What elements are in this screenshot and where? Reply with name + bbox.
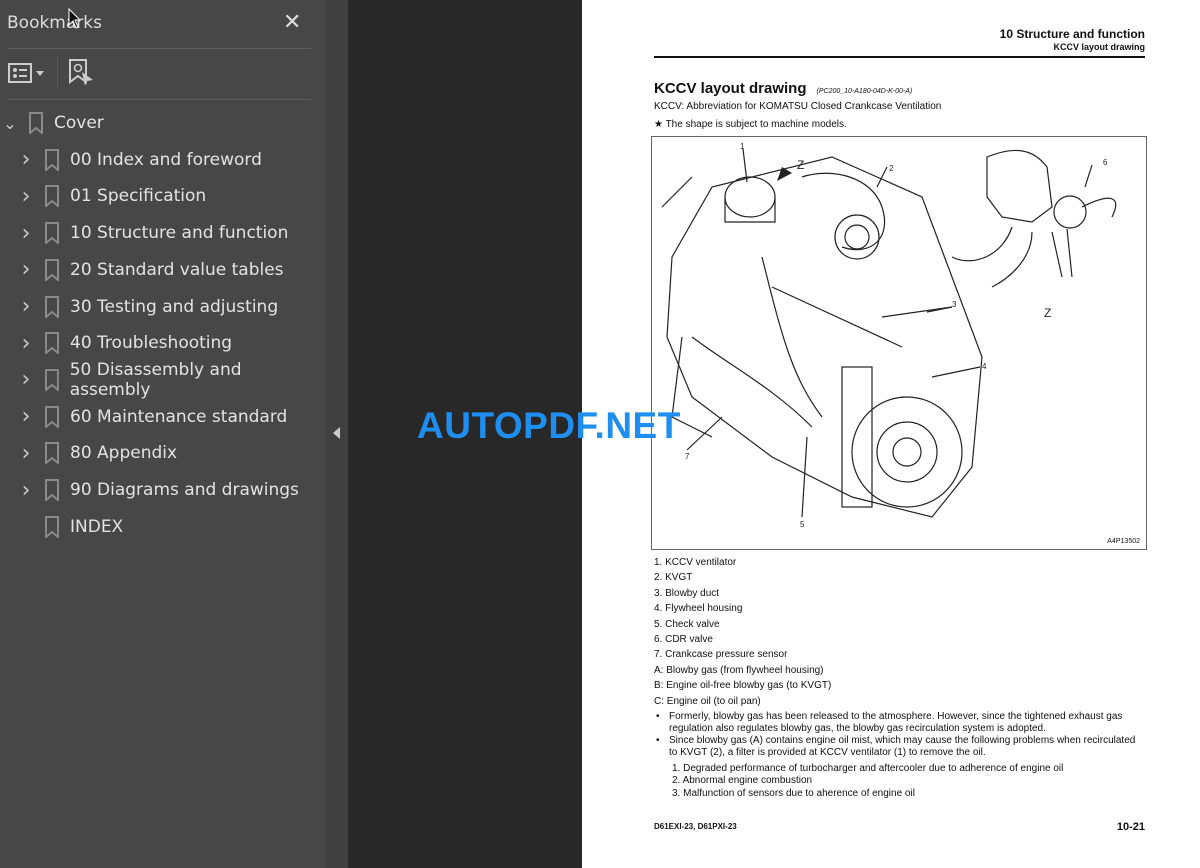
engine-figure: 1 2 3 4 5 6 7 Z Z A4P13502 <box>651 136 1147 550</box>
figure-code: A4P13502 <box>1107 538 1140 545</box>
bookmark-item[interactable]: › 01 Specification <box>0 179 326 213</box>
page-title: KCCV layout drawing (PC200_10-A180-04D-K-… <box>654 80 912 97</box>
legend-item: 1. KCCV ventilator <box>654 557 737 568</box>
bookmark-label: Cover <box>54 113 104 133</box>
bookmark-item[interactable]: › 00 Index and foreword <box>0 143 326 177</box>
list-options-icon <box>8 63 44 83</box>
svg-text:7: 7 <box>685 452 690 461</box>
problem-item: 1. Degraded performance of turbocharger … <box>672 763 1064 774</box>
abbreviation-text: KCCV: Abbreviation for KOMATSU Closed Cr… <box>654 101 942 112</box>
bookmark-item[interactable]: › 90 Diagrams and drawings <box>0 473 326 507</box>
chevron-right-icon[interactable]: › <box>16 184 36 209</box>
title-text: KCCV layout drawing <box>654 80 807 97</box>
svg-text:4: 4 <box>982 362 987 371</box>
svg-text:6: 6 <box>1103 158 1108 167</box>
divider <box>7 48 311 49</box>
bookmark-icon <box>44 368 59 391</box>
find-current-bookmark-button[interactable] <box>68 58 96 88</box>
view-label-z-detail: Z <box>1044 306 1051 320</box>
page-number: 10-21 <box>1116 821 1145 833</box>
bookmark-label: 00 Index and foreword <box>70 149 262 170</box>
bookmark-icon <box>45 479 59 501</box>
bullet-item: Since blowby gas (A) contains engine oil… <box>654 735 1144 759</box>
bookmark-label: 60 Maintenance standard <box>70 406 288 427</box>
view-label-z: Z <box>797 158 804 172</box>
svg-text:3: 3 <box>952 300 957 309</box>
bullet-item: Formerly, blowby gas has been released t… <box>654 711 1144 735</box>
note-text: ★ The shape is subject to machine models… <box>654 119 847 130</box>
bookmark-label: 01 Specification <box>70 186 207 207</box>
chevron-right-icon[interactable]: › <box>16 331 36 356</box>
chevron-right-icon[interactable]: › <box>16 294 36 319</box>
bookmark-icon <box>45 295 59 318</box>
bookmarks-panel: Bookmarks ✕ ⌄ Cover › 00 Index and foreword… <box>0 0 326 868</box>
bookmark-label: 40 Troubleshooting <box>70 333 233 354</box>
bookmark-icon <box>45 515 59 538</box>
bookmark-item[interactable]: ⌄ Cover <box>0 106 326 140</box>
toolbar-separator <box>57 57 58 89</box>
bookmark-item[interactable]: › 10 Structure and function <box>0 216 326 250</box>
bookmark-icon <box>45 185 59 208</box>
chevron-right-icon[interactable]: › <box>16 147 36 172</box>
bookmark-locate-icon <box>69 59 93 86</box>
title-code: (PC200_10-A180-04D-K-00-A) <box>816 88 913 95</box>
divider <box>7 99 311 100</box>
engine-drawing: 1 2 3 4 5 6 7 Z Z <box>661 142 1117 529</box>
legend-item: 6. CDR valve <box>654 634 713 645</box>
chevron-right-icon[interactable]: › <box>16 441 36 466</box>
bookmark-item[interactable]: › 40 Troubleshooting <box>0 326 326 360</box>
svg-text:2: 2 <box>889 164 894 173</box>
bookmark-item[interactable]: › 20 Standard value tables <box>0 253 326 287</box>
panel-title: Bookmarks <box>7 13 102 33</box>
header-subsection: KCCV layout drawing <box>1053 42 1145 52</box>
bookmark-label: 80 Appendix <box>70 443 178 464</box>
bookmark-label: 90 Diagrams and drawings <box>70 480 299 500</box>
problem-item: 3. Malfunction of sensors due to aherenc… <box>672 787 915 799</box>
legend-item: B: Engine oil-free blowby gas (to KVGT) <box>654 680 832 692</box>
bookmark-icon <box>45 258 59 281</box>
bookmark-item[interactable]: › 50 Disassembly and assembly <box>0 359 326 400</box>
bookmark-icon <box>45 222 59 245</box>
legend-item: 5. Check valve <box>654 618 720 630</box>
bookmark-icon <box>45 148 59 171</box>
chevron-right-icon[interactable]: › <box>16 478 36 503</box>
legend-item: C: Engine oil (to oil pan) <box>654 695 761 707</box>
chevron-right-icon[interactable]: › <box>16 367 36 392</box>
bookmark-label: 30 Testing and adjusting <box>70 296 279 317</box>
bookmark-item[interactable]: › 80 Appendix <box>0 436 326 470</box>
legend-item: 4. Flywheel housing <box>654 603 743 615</box>
bookmark-item[interactable]: › 30 Testing and adjusting <box>0 290 326 324</box>
bookmark-label: 50 Disassembly and assembly <box>69 359 242 400</box>
bookmark-icon <box>29 112 43 134</box>
chevron-right-icon[interactable]: › <box>16 257 36 282</box>
problem-item: 2. Abnormal engine combustion <box>672 775 813 787</box>
chevron-down-icon[interactable]: ⌄ <box>0 114 20 133</box>
bookmark-item[interactable]: INDEX <box>0 510 326 544</box>
bookmark-icon <box>45 405 59 428</box>
legend-item: A: Blowby gas (from flywheel housing) <box>654 664 824 676</box>
svg-text:1: 1 <box>740 142 745 151</box>
header-rule <box>654 56 1145 58</box>
collapse-panel-icon[interactable] <box>333 427 340 439</box>
bookmark-label: 10 Structure and function <box>70 223 289 244</box>
legend-item: 3. Blowby duct <box>654 587 720 599</box>
legend-item: 2. KVGT <box>654 572 693 584</box>
legend-item: 7. Crankcase pressure sensor <box>654 649 788 661</box>
bookmark-options-button[interactable] <box>8 62 46 84</box>
bookmark-label: 20 Standard value tables <box>70 259 284 280</box>
watermark: AUTOPDF.NET <box>417 405 681 446</box>
bookmark-label: INDEX <box>70 516 124 537</box>
bookmark-item[interactable]: › 60 Maintenance standard <box>0 400 326 434</box>
chevron-right-icon[interactable]: › <box>16 221 36 246</box>
footer-models: D61EXI-23, D61PXI-23 <box>654 822 737 831</box>
mouse-cursor-icon <box>68 8 82 29</box>
chevron-right-icon[interactable]: › <box>16 404 36 429</box>
header-section: 10 Structure and function <box>999 27 1145 41</box>
bookmark-icon <box>45 332 59 355</box>
close-icon[interactable]: ✕ <box>283 9 301 35</box>
bookmark-icon <box>45 442 59 465</box>
svg-text:5: 5 <box>800 520 805 529</box>
